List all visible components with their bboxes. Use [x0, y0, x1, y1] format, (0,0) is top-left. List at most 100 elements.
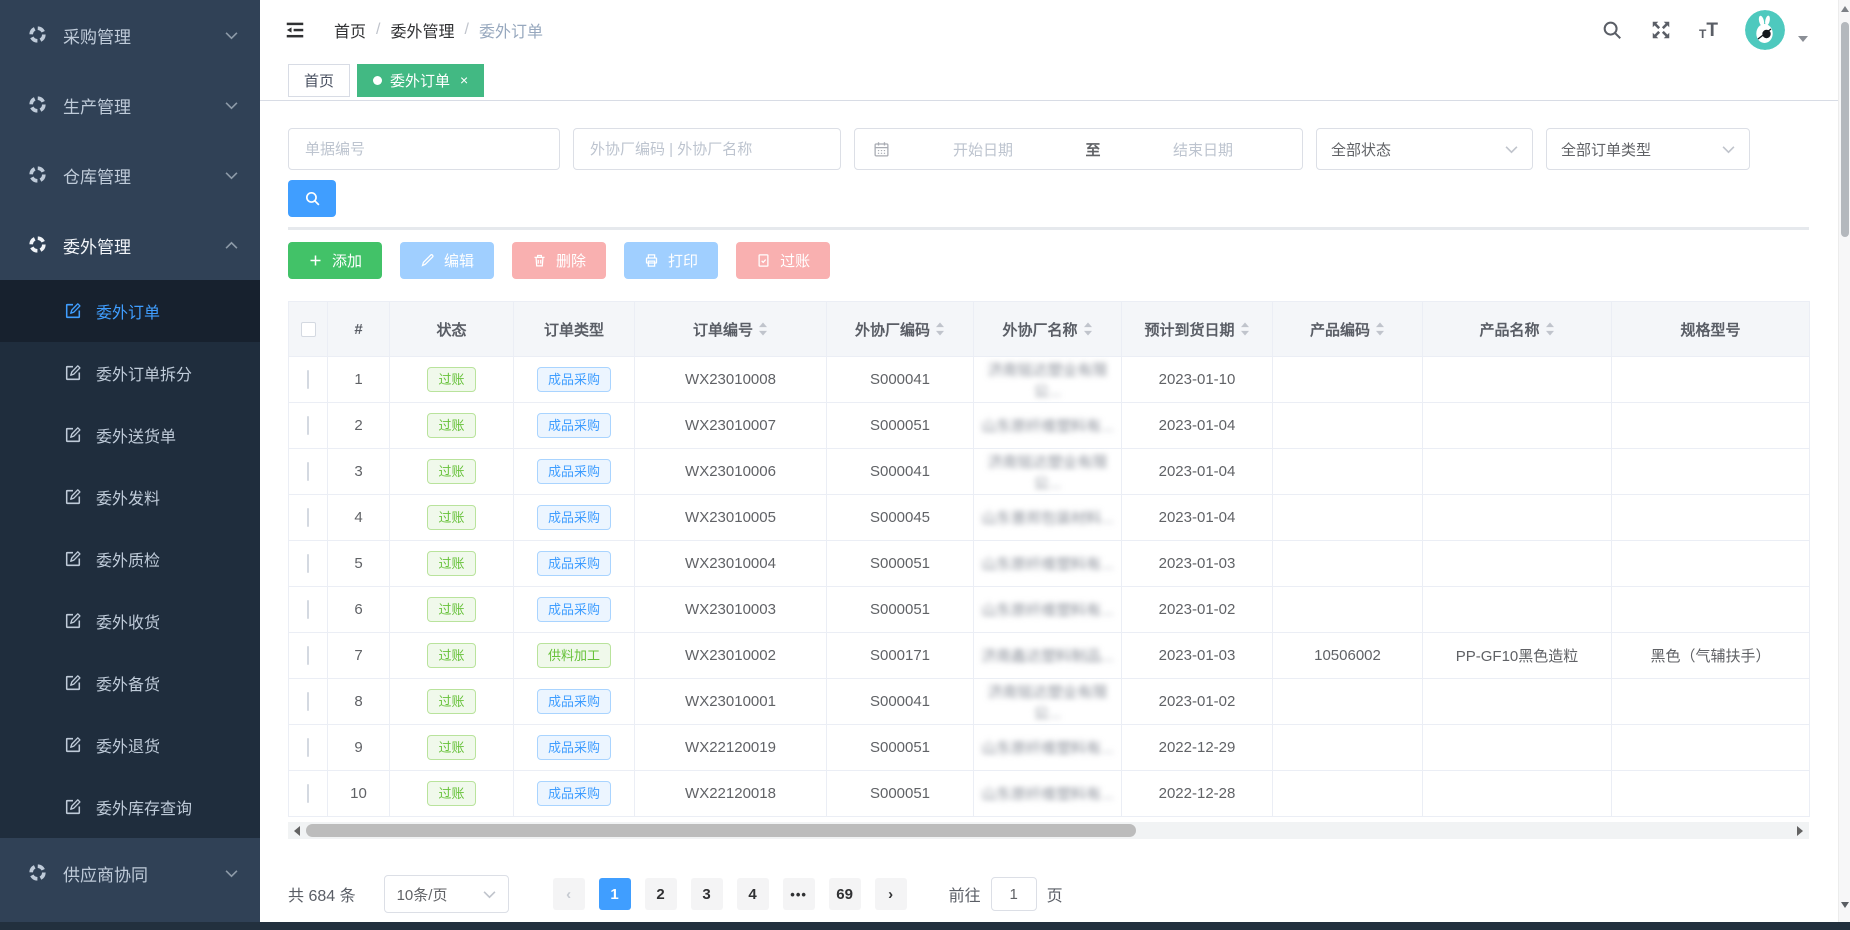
sidebar-subitem-label: 委外送货单 — [96, 423, 176, 447]
avatar[interactable] — [1745, 10, 1785, 50]
cell-factory_name: 山东原纤维塑料有... — [974, 771, 1122, 817]
edit-square-icon — [64, 426, 82, 444]
cell-factory_code: S000041 — [827, 449, 974, 495]
horizontal-scrollbar[interactable] — [288, 822, 1809, 839]
status-badge: 过账 — [427, 689, 475, 715]
cell-order_type: 成品采购 — [514, 357, 635, 403]
vertical-scrollbar[interactable] — [1838, 0, 1850, 922]
row-checkbox[interactable] — [307, 646, 309, 665]
page-button-2[interactable]: 2 — [645, 878, 677, 910]
factory-search-input[interactable] — [573, 128, 841, 170]
sidebar-item-outsourcing-return[interactable]: 委外退货 — [0, 714, 260, 776]
close-icon[interactable]: × — [460, 73, 468, 87]
vertical-scrollbar-thumb[interactable] — [1841, 22, 1849, 237]
delete-button[interactable]: 删除 — [512, 242, 606, 279]
row-checkbox[interactable] — [307, 738, 309, 757]
more-pages-button[interactable]: ••• — [783, 878, 815, 910]
goto-page-input[interactable] — [991, 877, 1037, 911]
column-label: 产品名称 — [1479, 319, 1539, 340]
sort-carets-icon — [1545, 322, 1555, 336]
tab-home[interactable]: 首页 — [288, 64, 350, 97]
sidebar-item-supplier-collaboration[interactable]: 供应商协同 — [0, 838, 260, 908]
sidebar-item-outsourcing-management[interactable]: 委外管理 — [0, 210, 260, 280]
next-page-button[interactable]: › — [875, 878, 907, 910]
search-icon[interactable] — [1601, 19, 1623, 41]
sidebar-item-purchase-management[interactable]: 采购管理 — [0, 0, 260, 70]
row-checkbox[interactable] — [307, 692, 309, 711]
column-header-factory_code[interactable]: 外协厂编码 — [827, 302, 974, 357]
breadcrumb-item: 委外订单 — [479, 18, 543, 42]
cell-order_type: 成品采购 — [514, 541, 635, 587]
sidebar-item-label: 仓库管理 — [63, 163, 131, 188]
order-type-select[interactable]: 全部订单类型 — [1546, 128, 1750, 170]
print-button[interactable]: 打印 — [624, 242, 718, 279]
table-header-row: #状态订单类型订单编号外协厂编码外协厂名称预计到货日期产品编码产品名称规格型号 — [289, 302, 1810, 357]
row-checkbox[interactable] — [307, 554, 309, 573]
sidebar-submenu: 委外订单委外订单拆分委外送货单委外发料委外质检委外收货委外备货委外退货委外库存查… — [0, 280, 260, 838]
page-size-select[interactable]: 10条/页 — [384, 875, 509, 913]
select-all-checkbox[interactable] — [301, 322, 316, 337]
column-header-order_no[interactable]: 订单编号 — [635, 302, 827, 357]
factory-name-text: 山东原纤维塑料有... — [981, 786, 1114, 803]
page-button-69[interactable]: 69 — [829, 878, 861, 910]
sidebar-item-outsourcing-stock-prep[interactable]: 委外备货 — [0, 652, 260, 714]
page-button-1[interactable]: 1 — [599, 878, 631, 910]
prev-page-button[interactable]: ‹ — [553, 878, 585, 910]
search-button[interactable] — [288, 180, 336, 217]
breadcrumb-item[interactable]: 委外管理 — [390, 18, 454, 42]
sidebar-item-production-management[interactable]: 生产管理 — [0, 70, 260, 140]
column-header-expected_date[interactable]: 预计到货日期 — [1122, 302, 1273, 357]
edit-square-icon — [64, 612, 82, 630]
add-button[interactable]: 添加 — [288, 242, 382, 279]
column-header-factory_name[interactable]: 外协厂名称 — [974, 302, 1122, 357]
scroll-up-arrow-icon[interactable] — [1839, 2, 1850, 16]
sidebar-item-outsourcing-order-split[interactable]: 委外订单拆分 — [0, 342, 260, 404]
chevron-down-icon[interactable] — [1798, 36, 1808, 42]
sidebar-item-warehouse-management[interactable]: 仓库管理 — [0, 140, 260, 210]
page-button-3[interactable]: 3 — [691, 878, 723, 910]
row-checkbox[interactable] — [307, 370, 309, 389]
font-size-icon[interactable]: TT — [1699, 21, 1718, 40]
cell-factory_name: 济南铭达塑业有限公... — [974, 449, 1122, 495]
row-checkbox[interactable] — [307, 416, 309, 435]
date-end-placeholder[interactable]: 结束日期 — [1114, 139, 1292, 160]
sidebar-item-outsourcing-material-issue[interactable]: 委外发料 — [0, 466, 260, 528]
scroll-right-arrow-icon[interactable] — [1793, 822, 1807, 839]
sidebar-subitem-label: 委外订单拆分 — [96, 361, 192, 385]
sidebar-item-outsourcing-delivery-note[interactable]: 委外送货单 — [0, 404, 260, 466]
row-checkbox[interactable] — [307, 600, 309, 619]
sidebar-subitem-label: 委外发料 — [96, 485, 160, 509]
row-checkbox[interactable] — [307, 508, 309, 527]
date-start-placeholder[interactable]: 开始日期 — [894, 139, 1072, 160]
column-header-product_code[interactable]: 产品编码 — [1273, 302, 1423, 357]
edit-button[interactable]: 编辑 — [400, 242, 494, 279]
row-checkbox[interactable] — [307, 784, 309, 803]
sidebar-item-outsourcing-inventory-query[interactable]: 委外库存查询 — [0, 776, 260, 838]
sort-carets-icon — [1240, 322, 1250, 336]
sidebar-item-outsourcing-order[interactable]: 委外订单 — [0, 280, 260, 342]
column-header-index: # — [328, 302, 390, 357]
date-range-picker[interactable]: 开始日期 至 结束日期 — [854, 128, 1303, 170]
cell-expected_date: 2023-01-02 — [1122, 587, 1273, 633]
status-select[interactable]: 全部状态 — [1316, 128, 1533, 170]
sidebar-item-outsourcing-quality-check[interactable]: 委外质检 — [0, 528, 260, 590]
scroll-down-arrow-icon[interactable] — [1839, 898, 1850, 912]
row-checkbox[interactable] — [307, 462, 309, 481]
doc-no-input[interactable] — [288, 128, 560, 170]
page-button-4[interactable]: 4 — [737, 878, 769, 910]
chevron-down-icon — [225, 869, 238, 878]
sidebar-collapse-button[interactable] — [284, 19, 308, 41]
cell-select — [289, 541, 328, 587]
cell-product_name — [1423, 587, 1612, 633]
column-header-product_name[interactable]: 产品名称 — [1423, 302, 1612, 357]
horizontal-scrollbar-thumb[interactable] — [306, 824, 1136, 837]
sidebar-item-outsourcing-receiving[interactable]: 委外收货 — [0, 590, 260, 652]
tab-active[interactable]: 委外订单× — [357, 64, 484, 97]
scroll-left-arrow-icon[interactable] — [290, 822, 304, 839]
post-button[interactable]: 过账 — [736, 242, 830, 279]
fullscreen-icon[interactable] — [1650, 19, 1672, 41]
cell-factory_name: 山东原纤维塑料有... — [974, 725, 1122, 771]
chevron-down-icon — [483, 890, 496, 899]
breadcrumb-item[interactable]: 首页 — [334, 18, 366, 42]
status-badge: 过账 — [427, 551, 475, 577]
